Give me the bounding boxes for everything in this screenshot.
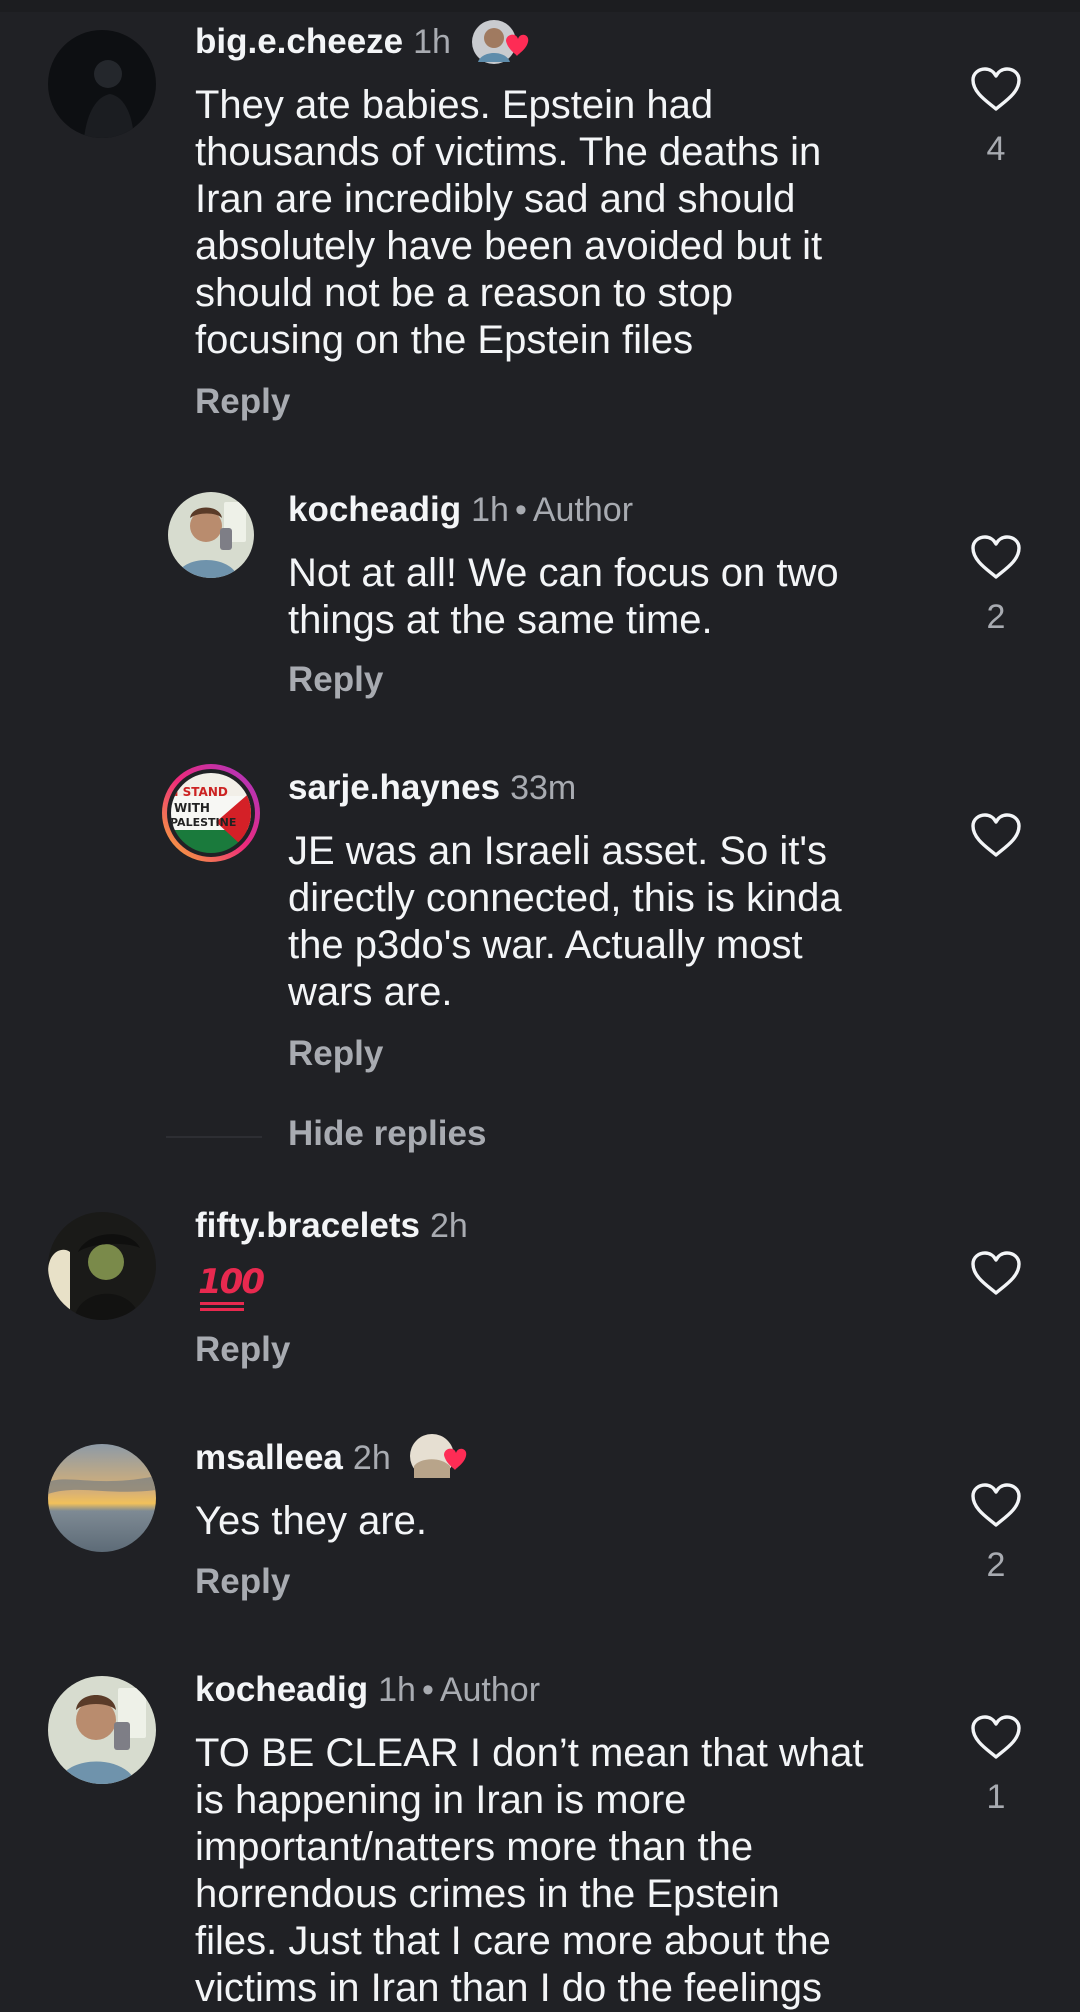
like-count: 1 <box>986 1778 1006 1816</box>
avatar[interactable] <box>48 30 156 138</box>
reply-button[interactable]: Reply <box>288 1034 383 1074</box>
avatar[interactable] <box>48 1676 156 1784</box>
avatar[interactable]: I STAND WITH PALESTINE <box>160 762 262 864</box>
hide-replies-button[interactable]: Hide replies <box>288 1114 486 1154</box>
comment-text: Yes they are. <box>195 1499 428 1543</box>
like-count: 2 <box>986 1546 1006 1584</box>
reply-button[interactable]: Reply <box>195 1562 290 1602</box>
avatar[interactable] <box>168 492 254 578</box>
reply-button[interactable]: Reply <box>288 660 383 700</box>
author-badge: Author <box>532 491 634 529</box>
comment-text: JE was an Israeli asset. So it's directl… <box>288 829 842 1014</box>
comment-text: Not at all! We can focus on two things a… <box>288 551 839 642</box>
comment-username[interactable]: big.e.cheeze 1h <box>195 22 451 62</box>
hundred-points-emoji: 100 <box>198 1262 265 1311</box>
author-badge: Author <box>439 1671 541 1709</box>
comment-username[interactable]: kocheadig 1h • Author <box>288 490 633 530</box>
comment-time: 33m <box>510 769 577 807</box>
comment-username[interactable]: msalleea 2h <box>195 1438 391 1478</box>
top-divider <box>0 0 1080 12</box>
heart-outline-icon[interactable] <box>970 1482 1022 1528</box>
avatar[interactable] <box>48 1212 156 1320</box>
heart-outline-icon[interactable] <box>970 534 1022 580</box>
author-liked-badge <box>472 18 529 64</box>
comment-username[interactable]: kocheadig 1h • Author <box>195 1670 540 1710</box>
comment-username[interactable]: sarje.haynes 33m <box>288 768 576 808</box>
heart-outline-icon[interactable] <box>970 1714 1022 1760</box>
avatar[interactable] <box>48 1444 156 1552</box>
heart-outline-icon[interactable] <box>970 1250 1022 1296</box>
svg-text:WITH: WITH <box>174 801 210 815</box>
comment-username[interactable]: fifty.bracelets 2h <box>195 1206 468 1246</box>
comment-time: 1h <box>378 1671 416 1709</box>
hide-replies-divider <box>166 1136 262 1138</box>
like-count: 4 <box>986 130 1006 168</box>
like-count: 2 <box>986 598 1006 636</box>
reply-button[interactable]: Reply <box>195 382 290 422</box>
comment-time: 2h <box>352 1439 391 1477</box>
reply-button[interactable]: Reply <box>195 1330 290 1370</box>
author-liked-badge <box>410 1432 467 1478</box>
comment-text: They ate babies. Epstein had thousands o… <box>195 83 823 362</box>
comment-time: 1h <box>471 491 509 529</box>
heart-outline-icon[interactable] <box>970 66 1022 112</box>
comment-time: 1h <box>413 23 451 61</box>
heart-outline-icon[interactable] <box>970 812 1022 858</box>
svg-text:PALESTINE: PALESTINE <box>170 816 236 829</box>
svg-text:I STAND: I STAND <box>174 785 228 799</box>
comment-text: TO BE CLEAR I don’t mean that what is ha… <box>195 1731 864 2010</box>
comment-time: 2h <box>430 1207 468 1245</box>
